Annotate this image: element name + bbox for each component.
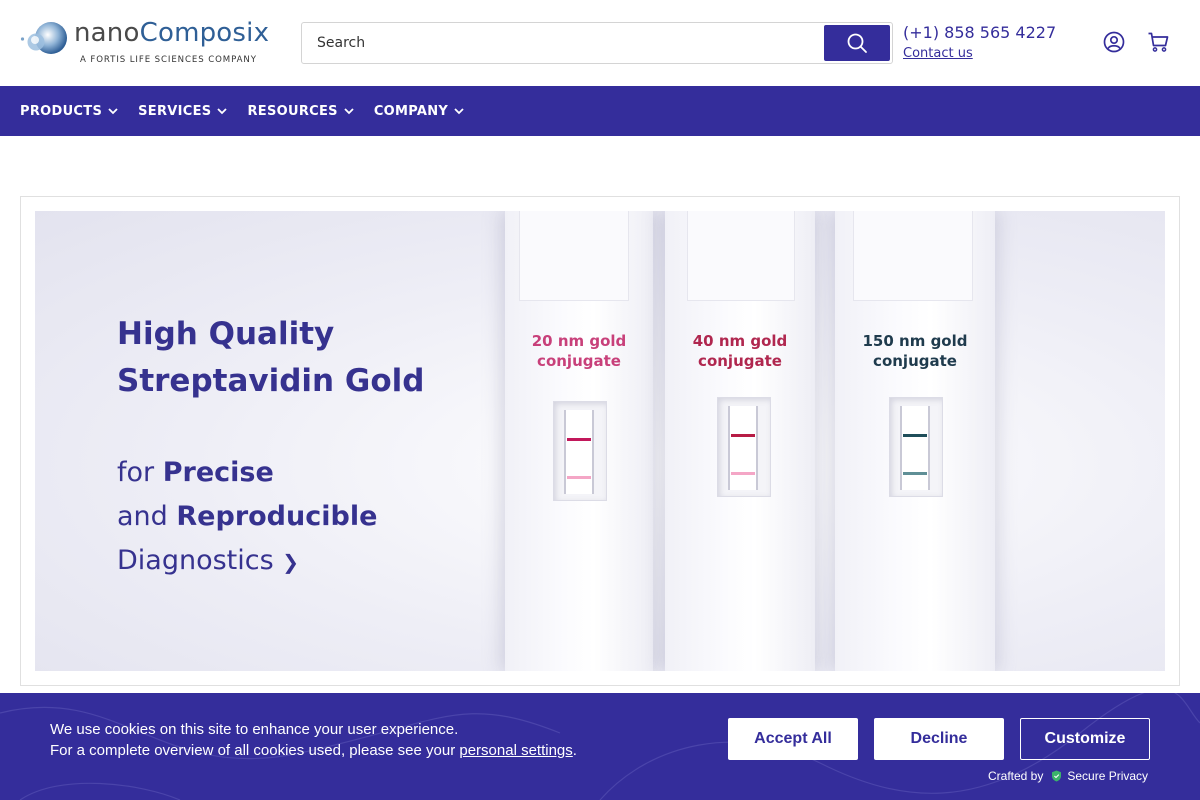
nav-item-resources[interactable]: RESOURCES bbox=[247, 103, 354, 119]
control-line bbox=[731, 472, 755, 475]
cassette-notch bbox=[519, 211, 629, 301]
sub-line2-prefix: and bbox=[117, 501, 177, 532]
banner-headline: High Quality Streptavidin Gold bbox=[117, 311, 424, 405]
search-bar bbox=[301, 22, 893, 64]
cookie-line2-prefix: For a complete overview of all cookies u… bbox=[50, 742, 460, 759]
cassette-label: 40 nm gold conjugate bbox=[665, 331, 815, 371]
cookie-line2-suffix: . bbox=[572, 742, 577, 759]
cassette-size: 40 nm gold bbox=[692, 332, 788, 350]
cassette-window bbox=[889, 397, 943, 497]
chevron-down-icon bbox=[344, 107, 354, 114]
banner-sub-line2: and Reproducible bbox=[117, 495, 377, 539]
personal-settings-link[interactable]: personal settings bbox=[459, 742, 572, 759]
cassette-window bbox=[553, 401, 607, 501]
nav-item-products[interactable]: PRODUCTS bbox=[20, 104, 118, 119]
nav-item-services[interactable]: SERVICES bbox=[138, 103, 228, 119]
contact-us-link[interactable]: Contact us bbox=[903, 46, 973, 61]
test-strip bbox=[900, 406, 930, 490]
crafted-by: Crafted by Secure Privacy bbox=[988, 769, 1148, 783]
cookie-message-line2: For a complete overview of all cookies u… bbox=[50, 740, 577, 761]
cassette-notch bbox=[687, 211, 795, 301]
test-cassette-20nm: 20 nm gold conjugate bbox=[505, 211, 653, 671]
account-icon bbox=[1103, 31, 1125, 53]
logo-word-composix: Composix bbox=[139, 18, 270, 48]
logo-tagline: A FORTIS LIFE SCIENCES COMPANY bbox=[80, 55, 257, 65]
crafted-by-label: Crafted by bbox=[988, 769, 1044, 783]
cart-button[interactable] bbox=[1146, 30, 1170, 54]
nav-item-label: PRODUCTS bbox=[20, 103, 103, 119]
logo-mark-icon bbox=[20, 22, 67, 54]
search-button[interactable] bbox=[824, 25, 890, 61]
nav-item-label: COMPANY bbox=[373, 103, 449, 119]
shield-icon bbox=[1052, 770, 1062, 782]
chevron-down-icon bbox=[108, 107, 118, 114]
cookie-message: We use cookies on this site to enhance y… bbox=[50, 719, 577, 761]
main-nav: PRODUCTS SERVICES RESOURCES COMPANY bbox=[0, 86, 1200, 136]
sub-line1-bold: Precise bbox=[162, 457, 274, 488]
cassette-label: 20 nm gold conjugate bbox=[505, 331, 653, 371]
banner-sub-line3[interactable]: Diagnostics ❯ bbox=[117, 539, 377, 584]
test-line bbox=[567, 438, 591, 441]
search-icon bbox=[847, 33, 867, 53]
cassette-word: conjugate bbox=[537, 352, 621, 370]
cassette-label: 150 nm gold conjugate bbox=[835, 331, 995, 371]
sub-line2-bold: Reproducible bbox=[176, 501, 378, 532]
hero-banner[interactable]: High Quality Streptavidin Gold for Preci… bbox=[35, 211, 1165, 671]
search-input[interactable] bbox=[302, 23, 824, 63]
banner-headline-line1: High Quality bbox=[117, 316, 335, 352]
secure-privacy-link[interactable]: Secure Privacy bbox=[1067, 769, 1148, 783]
test-line bbox=[731, 434, 755, 437]
chevron-down-icon bbox=[454, 107, 464, 114]
cassette-notch bbox=[853, 211, 973, 301]
nav-item-label: SERVICES bbox=[138, 103, 212, 119]
diagnostics-link: Diagnostics bbox=[117, 545, 274, 576]
test-line bbox=[903, 434, 927, 437]
test-strip bbox=[564, 410, 594, 494]
logo-wordmark: nanoComposix bbox=[74, 18, 269, 48]
accept-all-button[interactable]: Accept All bbox=[728, 718, 858, 760]
site-header: nanoComposix A FORTIS LIFE SCIENCES COMP… bbox=[0, 0, 1200, 86]
control-line bbox=[567, 476, 591, 479]
nav-item-company[interactable]: COMPANY bbox=[374, 104, 464, 119]
test-cassette-150nm: 150 nm gold conjugate bbox=[835, 211, 995, 671]
cassette-word: conjugate bbox=[698, 352, 782, 370]
banner-subheadline: for Precise and Reproducible Diagnostics… bbox=[117, 451, 377, 584]
customize-button[interactable]: Customize bbox=[1020, 718, 1150, 760]
control-line bbox=[903, 472, 927, 475]
test-strip bbox=[728, 406, 758, 490]
banner-headline-line2: Streptavidin Gold bbox=[117, 363, 425, 399]
sub-line1-prefix: for bbox=[117, 457, 163, 488]
chevron-right-icon: ❯ bbox=[282, 550, 300, 574]
decline-button[interactable]: Decline bbox=[874, 718, 1004, 760]
phone-number[interactable]: (+1) 858 565 4227 bbox=[903, 23, 1056, 42]
logo-word-nano: nano bbox=[74, 18, 140, 48]
test-cassette-40nm: 40 nm gold conjugate bbox=[665, 211, 815, 671]
cassette-size: 150 nm gold bbox=[862, 332, 968, 350]
cassette-word: conjugate bbox=[873, 352, 957, 370]
nanocomposix-logo[interactable]: nanoComposix A FORTIS LIFE SCIENCES COMP… bbox=[20, 16, 269, 68]
cassette-window bbox=[717, 397, 771, 497]
cart-icon bbox=[1148, 32, 1169, 52]
cookie-consent-bar: We use cookies on this site to enhance y… bbox=[0, 693, 1200, 800]
banner-sub-line1: for Precise bbox=[117, 451, 377, 495]
cassette-size: 20 nm gold bbox=[531, 332, 627, 350]
account-button[interactable] bbox=[1102, 30, 1126, 54]
nav-item-label: RESOURCES bbox=[247, 103, 338, 119]
chevron-down-icon bbox=[217, 107, 228, 114]
cookie-message-line1: We use cookies on this site to enhance y… bbox=[50, 721, 459, 738]
